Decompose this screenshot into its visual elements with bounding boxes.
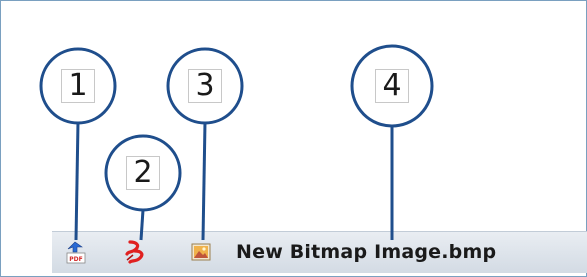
callout-overlay [39,44,434,241]
callout-line-1 [74,121,80,241]
callout-line-2 [139,209,145,241]
callout-line-3 [201,121,207,241]
callout-number-2: 2 [126,156,160,190]
callout-number-1: 1 [61,69,95,103]
callout-number-4: 4 [375,69,409,103]
callout-number-3: 3 [188,69,222,103]
